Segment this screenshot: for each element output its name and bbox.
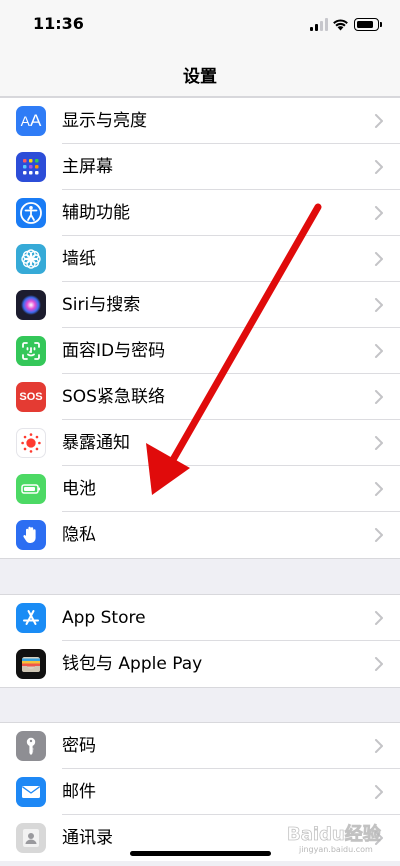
page-title: 设置 [183, 67, 217, 87]
chevron-right-icon [375, 206, 383, 220]
status-bar: 11:36 [0, 0, 400, 50]
chevron-right-icon [375, 298, 383, 312]
chevron-right-icon [375, 528, 383, 542]
settings-row-sos[interactable]: SOS SOS紧急联络 [0, 374, 400, 420]
mail-icon [16, 777, 46, 807]
chevron-right-icon [375, 114, 383, 128]
accessibility-icon [16, 198, 46, 228]
key-icon [16, 731, 46, 761]
settings-row-mail[interactable]: 邮件 [0, 769, 400, 815]
settings-group-store: App Store 钱包与 Apple Pay [0, 594, 400, 688]
watermark-text: Baidu经验 [287, 823, 382, 845]
settings-row-label: 主屏幕 [62, 157, 113, 177]
settings-row-label: 通讯录 [62, 828, 113, 848]
chevron-right-icon [375, 390, 383, 404]
chevron-right-icon [375, 436, 383, 450]
privacy-hand-icon [16, 520, 46, 550]
settings-row-label: Siri与搜索 [62, 295, 141, 315]
watermark-subtext: jingyan.baidu.com [298, 845, 373, 854]
svg-text:AA: AA [21, 111, 42, 130]
settings-row-label: 墙纸 [62, 249, 96, 269]
home-screen-icon [16, 152, 46, 182]
chevron-right-icon [375, 657, 383, 671]
sos-icon: SOS [16, 382, 46, 412]
sos-icon-text: SOS [19, 391, 43, 403]
exposure-notification-icon [16, 428, 46, 458]
settings-row-home-screen[interactable]: 主屏幕 [0, 144, 400, 190]
chevron-right-icon [375, 785, 383, 799]
chevron-right-icon [375, 482, 383, 496]
settings-row-label: 辅助功能 [62, 203, 130, 223]
siri-icon [16, 290, 46, 320]
display-brightness-icon: AA [16, 106, 46, 136]
settings-row-app-store[interactable]: App Store [0, 595, 400, 641]
settings-row-wallpaper[interactable]: 墙纸 [0, 236, 400, 282]
settings-row-privacy[interactable]: 隐私 [0, 512, 400, 558]
settings-row-face-id[interactable]: 面容ID与密码 [0, 328, 400, 374]
contacts-icon [16, 823, 46, 853]
chevron-right-icon [375, 344, 383, 358]
settings-group-display: AA 显示与亮度 主屏幕 辅助功能 墙纸 Siri与搜索 面容ID与密码 SOS… [0, 97, 400, 559]
battery-status-level [356, 20, 373, 28]
settings-row-label: 邮件 [62, 782, 96, 802]
chevron-right-icon [375, 611, 383, 625]
settings-row-label: 显示与亮度 [62, 111, 147, 131]
settings-row-label: SOS紧急联络 [62, 387, 165, 407]
chevron-right-icon [375, 739, 383, 753]
wifi-icon [333, 19, 348, 31]
settings-row-label: App Store [62, 608, 146, 628]
battery-icon [16, 474, 46, 504]
cellular-signal-icon [310, 18, 329, 31]
status-time: 11:36 [33, 14, 84, 33]
app-store-icon [16, 603, 46, 633]
settings-row-passwords[interactable]: 密码 [0, 723, 400, 769]
settings-row-label: 暴露通知 [62, 433, 130, 453]
settings-row-battery[interactable]: 电池 [0, 466, 400, 512]
settings-row-display-brightness[interactable]: AA 显示与亮度 [0, 98, 400, 144]
navigation-bar: 设置 [0, 50, 400, 97]
wallpaper-icon [16, 244, 46, 274]
settings-row-siri-search[interactable]: Siri与搜索 [0, 282, 400, 328]
settings-row-exposure-notification[interactable]: 暴露通知 [0, 420, 400, 466]
chevron-right-icon [375, 160, 383, 174]
baidu-watermark-logo: Baidu经验 jingyan.baidu.com [287, 823, 383, 854]
settings-row-label: 钱包与 Apple Pay [62, 654, 203, 674]
settings-row-label: 面容ID与密码 [62, 341, 166, 361]
settings-row-wallet[interactable]: 钱包与 Apple Pay [0, 641, 400, 687]
battery-status-icon [354, 18, 382, 31]
settings-row-label: 密码 [62, 736, 96, 756]
settings-row-accessibility[interactable]: 辅助功能 [0, 190, 400, 236]
chevron-right-icon [375, 252, 383, 266]
wallet-icon [16, 649, 46, 679]
face-id-icon [16, 336, 46, 366]
home-indicator[interactable] [130, 851, 271, 856]
settings-row-label: 隐私 [62, 525, 96, 545]
settings-row-label: 电池 [62, 479, 96, 499]
